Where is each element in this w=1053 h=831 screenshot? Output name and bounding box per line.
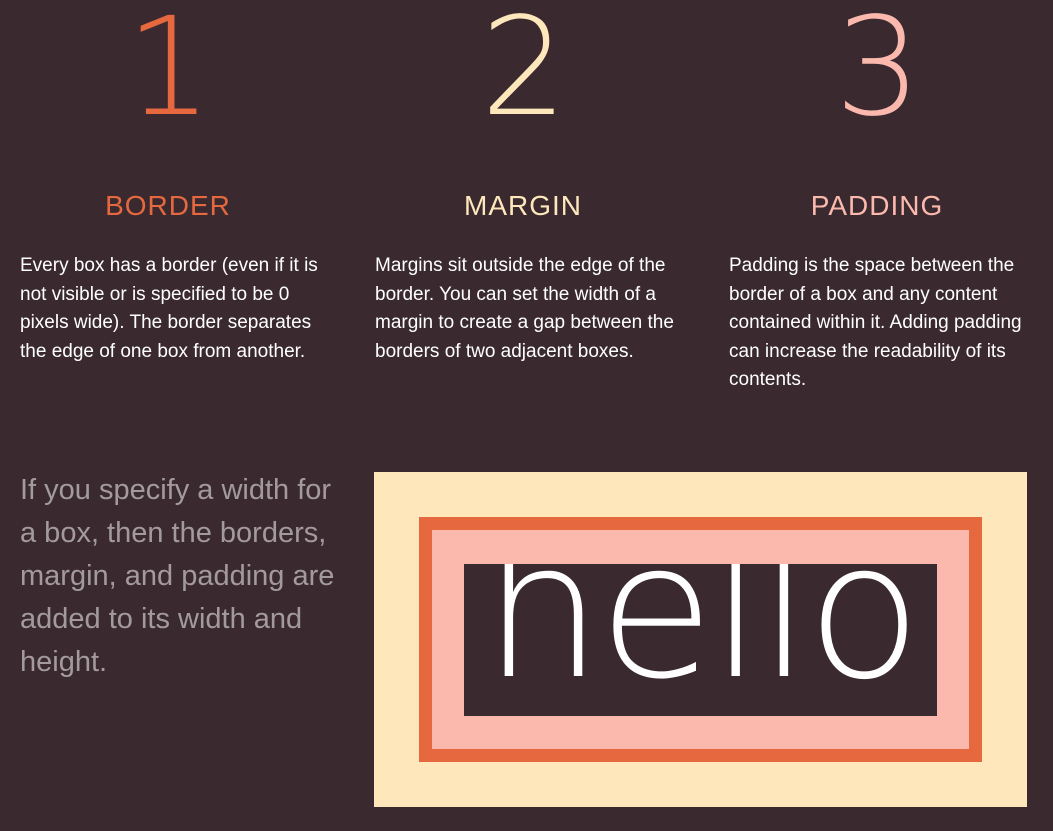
margin-heading: MARGIN bbox=[464, 190, 582, 221]
summary-text: If you specify a width for a box, then t… bbox=[20, 474, 335, 678]
padding-description: Padding is the space between the border … bbox=[729, 255, 1022, 391]
hello-text: hello bbox=[483, 564, 921, 716]
border-heading: BORDER bbox=[105, 190, 231, 221]
content-area: hello bbox=[464, 564, 937, 716]
margin-description: Margins sit outside the edge of the bord… bbox=[375, 255, 674, 362]
border-description: Every box has a border (even if it is no… bbox=[20, 255, 318, 362]
padding-heading: PADDING bbox=[810, 190, 944, 221]
border-number: 1 bbox=[125, 0, 213, 147]
padding-number: 3 bbox=[834, 0, 922, 147]
margin-number: 2 bbox=[480, 0, 568, 147]
